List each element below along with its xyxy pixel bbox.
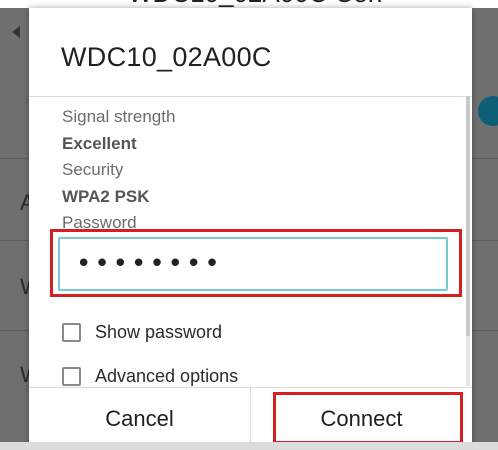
- dialog-body[interactable]: Signal strength Excellent Security WPA2 …: [29, 96, 472, 388]
- show-password-label: Show password: [95, 321, 223, 342]
- advanced-options-row[interactable]: Advanced options: [62, 361, 239, 387]
- signal-strength-value: Excellent: [62, 134, 137, 153]
- background-divider: [0, 240, 30, 241]
- security-label: Security: [62, 160, 124, 179]
- cancel-button[interactable]: Cancel: [29, 388, 250, 450]
- scrollbar-thumb[interactable]: [466, 96, 470, 336]
- signal-strength-label: Signal strength: [62, 107, 176, 126]
- advanced-options-label: Advanced options: [95, 365, 239, 386]
- background-divider: [472, 158, 498, 159]
- dialog-scrollbar[interactable]: [466, 96, 470, 386]
- background-divider: [472, 240, 498, 241]
- password-input[interactable]: [58, 237, 448, 291]
- background-divider: [0, 330, 30, 331]
- advanced-options-checkbox[interactable]: [62, 366, 81, 386]
- background-divider: [472, 330, 498, 331]
- screen: WDC10_02A00C Con A W W WDC10_02A00C Sign…: [0, 0, 498, 450]
- dialog-title: WDC10_02A00C: [61, 42, 272, 72]
- wifi-connect-dialog: WDC10_02A00C Signal strength Excellent S…: [29, 8, 472, 450]
- security-value: WPA2 PSK: [62, 187, 150, 206]
- connect-button[interactable]: Connect: [251, 388, 472, 450]
- background-header-text: WDC10_02A00C Con: [128, 0, 382, 8]
- show-password-row[interactable]: Show password: [62, 317, 222, 347]
- password-label: Password: [62, 213, 137, 232]
- background-badge-icon: [478, 96, 498, 126]
- background-header: WDC10_02A00C Con: [0, 0, 498, 8]
- back-arrow-icon: [12, 26, 20, 38]
- bottom-strip: [0, 442, 498, 450]
- background-divider: [0, 158, 30, 159]
- show-password-checkbox[interactable]: [62, 322, 81, 342]
